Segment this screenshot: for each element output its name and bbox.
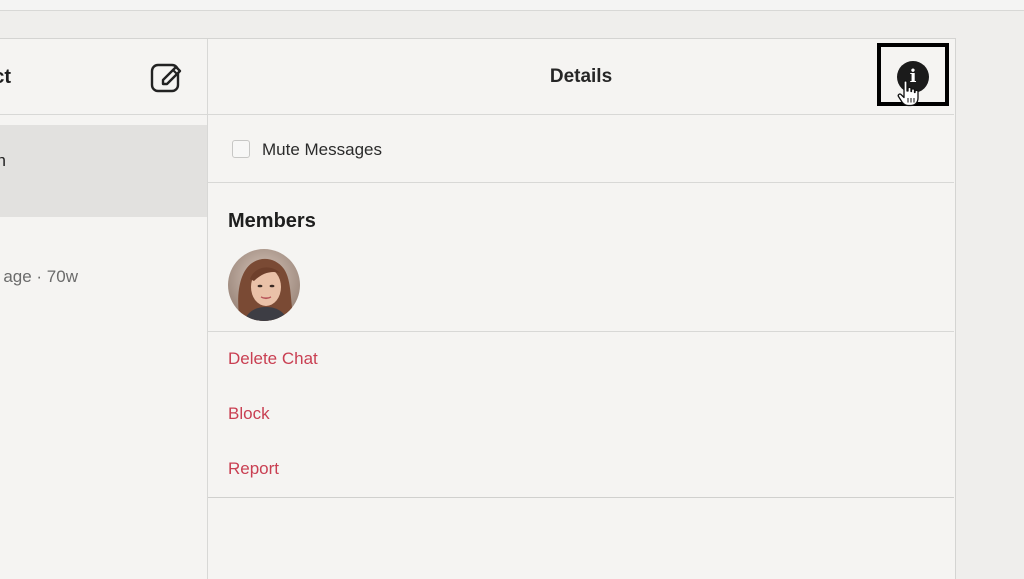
members-section: Members [208,183,954,332]
conversation-item-selected[interactable]: n [0,125,207,217]
chat-actions: Delete Chat Block Report [208,332,954,498]
conversation-name: n [0,151,6,170]
conversation-list-header: ct [0,39,207,115]
details-title: Details [549,66,613,87]
hand-cursor-icon [897,80,919,107]
compose-button[interactable] [148,59,184,95]
mute-messages-checkbox[interactable] [232,140,250,158]
conversation-preview: age · 70w [3,267,78,286]
mute-messages-label[interactable]: Mute Messages [262,140,382,160]
member-avatar-image [228,249,300,321]
conversation-list-title: ct [0,66,11,88]
top-bar [0,0,1024,11]
members-title: Members [228,210,316,232]
conversation-item[interactable]: age · 70w [0,229,207,319]
member-avatar[interactable] [228,249,300,321]
block-button[interactable]: Block [228,404,270,424]
compose-icon [150,63,182,93]
details-panel: Details i Mute Messages Members Delete C… [208,39,954,579]
details-header: Details i [208,39,954,115]
report-button[interactable]: Report [228,459,279,479]
conversation-list-panel: ct n age · 70w [0,39,208,579]
mute-messages-row: Mute Messages [208,115,954,183]
delete-chat-button[interactable]: Delete Chat [228,349,318,369]
messages-window: ct n age · 70w Details i [0,38,956,579]
